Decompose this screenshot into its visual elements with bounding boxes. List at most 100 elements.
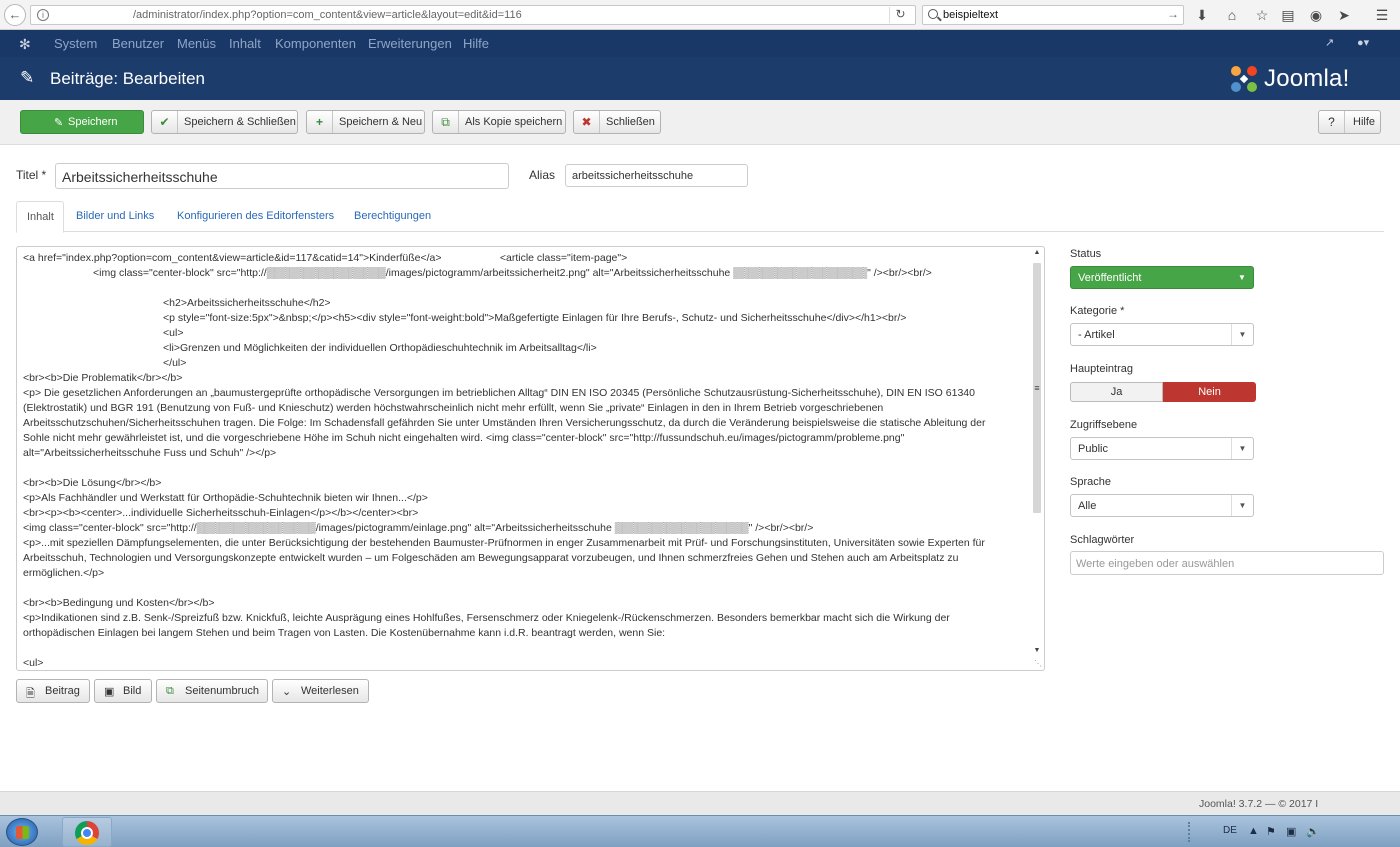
editor-line: <p> Die gesetzlichen Anforderungen an „b…: [23, 387, 975, 399]
language-value: Alle: [1078, 500, 1097, 512]
editor-line: <br><b>Die Problematik</br></b>: [23, 372, 183, 384]
joomla-logo-icon: [1231, 66, 1257, 92]
alias-value: arbeitssicherheitsschuhe: [572, 170, 694, 182]
footer: Joomla! 3.7.2 — © 2017 I: [0, 791, 1400, 815]
insert-article-button[interactable]: 🗎 Beitrag: [16, 679, 90, 703]
footer-text: Joomla! 3.7.2 — © 2017 I: [1199, 798, 1319, 810]
user-icon[interactable]: ●▾: [1357, 36, 1369, 49]
tab-berechtigungen[interactable]: Berechtigungen: [354, 201, 431, 232]
editor-line: (Elektrostatik) und BGR 191 (Benutzung v…: [23, 402, 884, 414]
tab-inhalt[interactable]: Inhalt: [16, 201, 64, 233]
editor-scrollbar[interactable]: ▲ ≡ ▼: [1032, 249, 1042, 655]
editor-line: <p>Als Fachhändler und Werkstatt für Ort…: [23, 492, 428, 504]
insert-image-button[interactable]: ▣ Bild: [94, 679, 152, 703]
featured-label: Haupteintrag: [1070, 363, 1133, 375]
editor-line: <p>Indikationen sind z.B. Senk-/Spreizfu…: [23, 612, 950, 624]
page-header: ✎ Beiträge: Bearbeiten Joomla!: [0, 57, 1400, 100]
editor-line: <br><p><b><center>...individuelle Sicher…: [23, 507, 419, 519]
send-icon[interactable]: ➤: [1334, 5, 1354, 25]
menu-system[interactable]: System: [54, 36, 97, 51]
url-text: /administrator/index.php?option=com_cont…: [133, 9, 522, 21]
plus-icon: +: [307, 111, 333, 133]
featured-yes-button[interactable]: Ja: [1070, 382, 1163, 402]
flag-icon[interactable]: ⚑: [1266, 825, 1276, 838]
category-label: Kategorie *: [1070, 305, 1125, 317]
browser-search-input[interactable]: beispieltext →: [922, 5, 1184, 25]
search-go-icon[interactable]: →: [1167, 7, 1179, 21]
menu-komponenten[interactable]: Komponenten: [275, 36, 356, 51]
close-icon: ✖: [574, 111, 600, 133]
menu-hilfe[interactable]: Hilfe: [463, 36, 489, 51]
chrome-icon: [75, 821, 99, 845]
save-close-button[interactable]: ✔ Speichern & Schließen: [151, 110, 298, 134]
chevron-up-icon[interactable]: ▲: [1248, 825, 1259, 837]
content-tabs: Inhalt Bilder und Links Konfigurieren de…: [16, 201, 1384, 233]
menu-inhalt[interactable]: Inhalt: [229, 36, 261, 51]
editor-line: <img class="center-block" src="http://▒▒…: [23, 267, 932, 279]
save-new-button[interactable]: + Speichern & Neu: [306, 110, 425, 134]
windows-taskbar: DE ▲ ⚑ ▣ 🔈: [0, 815, 1400, 847]
browser-toolbar: ← i /administrator/index.php?option=com_…: [0, 0, 1400, 30]
joomla-icon[interactable]: ✻: [19, 36, 31, 53]
language-select[interactable]: Alle ▼: [1070, 494, 1254, 517]
tags-input[interactable]: Werte eingeben oder auswählen: [1070, 551, 1384, 575]
editor-line: ermöglichen.</p>: [23, 567, 105, 579]
save-label: Speichern: [68, 116, 118, 128]
tray-grip: [1188, 822, 1194, 842]
editor-line: </ul>: [23, 357, 187, 369]
menu-menues[interactable]: Menüs: [177, 36, 216, 51]
menu-benutzer[interactable]: Benutzer: [112, 36, 164, 51]
editor-line: <br><b>Die Lösung</br></b>: [23, 477, 162, 489]
pocket-icon[interactable]: ◉: [1306, 5, 1326, 25]
scroll-down-icon[interactable]: ▼: [1032, 647, 1042, 654]
status-select[interactable]: Veröffentlicht ▼: [1070, 266, 1254, 289]
page-break-button[interactable]: ⧉ Seitenumbruch: [156, 679, 268, 703]
external-link-icon[interactable]: ↗: [1325, 36, 1334, 49]
network-icon[interactable]: ▣: [1286, 825, 1296, 838]
alias-input[interactable]: arbeitssicherheitsschuhe: [565, 164, 748, 187]
bookmark-star-icon[interactable]: ☆: [1252, 5, 1272, 25]
title-label: Titel *: [16, 168, 47, 182]
editor-content[interactable]: <a href="index.php?option=com_content&vi…: [23, 251, 1027, 667]
chevron-down-icon: ⌄: [282, 686, 292, 698]
access-select[interactable]: Public ▼: [1070, 437, 1254, 460]
title-input[interactable]: Arbeitssicherheitsschuhe: [55, 163, 509, 189]
title-value: Arbeitssicherheitsschuhe: [62, 169, 218, 185]
file-add-icon: 🗎: [26, 688, 35, 700]
save-copy-label: Als Kopie speichern: [465, 116, 563, 128]
close-button[interactable]: ✖ Schließen: [573, 110, 661, 134]
tab-editor-config[interactable]: Konfigurieren des Editorfensters: [177, 201, 334, 232]
taskbar-chrome[interactable]: [62, 817, 112, 847]
scroll-up-icon[interactable]: ▲: [1032, 249, 1042, 256]
chevron-down-icon: ▼: [1238, 273, 1246, 282]
featured-no-button[interactable]: Nein: [1163, 382, 1256, 402]
read-more-button[interactable]: ⌄ Weiterlesen: [272, 679, 369, 703]
back-icon[interactable]: ←: [4, 4, 26, 26]
library-icon[interactable]: ▤: [1278, 5, 1298, 25]
speaker-icon[interactable]: 🔈: [1306, 825, 1320, 838]
save-button[interactable]: ✎ Speichern: [20, 110, 144, 134]
article-editor[interactable]: <a href="index.php?option=com_content&vi…: [16, 246, 1045, 671]
download-icon[interactable]: ⬇: [1192, 5, 1212, 25]
info-icon[interactable]: i: [37, 9, 49, 21]
language-indicator[interactable]: DE: [1223, 825, 1237, 836]
menu-erweiterungen[interactable]: Erweiterungen: [368, 36, 452, 51]
start-button[interactable]: [6, 818, 38, 846]
save-copy-button[interactable]: ⧉ Als Kopie speichern: [432, 110, 566, 134]
tags-label: Schlagwörter: [1070, 534, 1135, 546]
reload-icon[interactable]: ↻: [889, 7, 911, 23]
home-icon[interactable]: ⌂: [1222, 5, 1242, 25]
help-button[interactable]: ? Hilfe: [1318, 110, 1381, 134]
resize-grip-icon[interactable]: ⋱: [1034, 659, 1042, 668]
editor-line: alt="Arbeitssicherheitsschuhe Fuss und S…: [23, 447, 277, 459]
save-new-label: Speichern & Neu: [339, 116, 423, 128]
editor-line: Sohle nicht mehr gewährleistet ist, und …: [23, 432, 905, 444]
url-bar[interactable]: i /administrator/index.php?option=com_co…: [30, 5, 916, 25]
editor-line: <ul>: [23, 657, 44, 667]
category-select[interactable]: - Artikel ▼: [1070, 323, 1254, 346]
tab-bilder-links[interactable]: Bilder und Links: [76, 201, 154, 232]
menu-icon[interactable]: ☰: [1372, 5, 1392, 25]
close-label: Schließen: [606, 116, 655, 128]
